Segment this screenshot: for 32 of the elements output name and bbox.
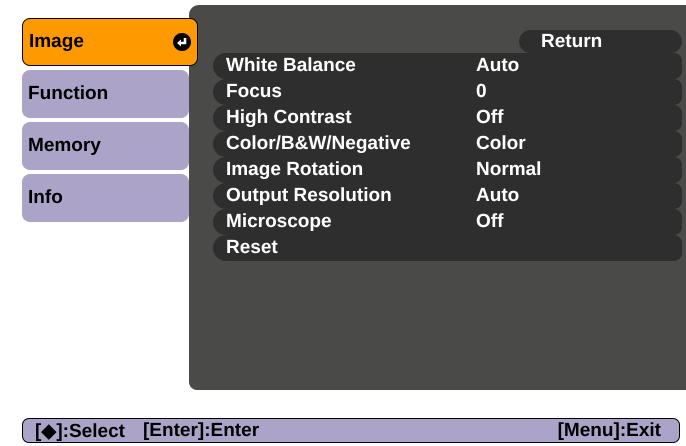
settings-row[interactable]: Color/B&W/Negative Color [213, 131, 682, 157]
setting-value: Off [476, 211, 504, 233]
return-button[interactable]: Return [519, 30, 682, 53]
settings-row[interactable]: White Balance Auto [213, 53, 682, 79]
settings-row[interactable]: Microscope Off [213, 209, 682, 235]
menu-tab[interactable]: Memory [22, 122, 189, 170]
key-hint: [Menu]:Exit [558, 420, 661, 442]
setting-value: 0 [476, 81, 487, 103]
key-hint: [◆]:Select [35, 420, 125, 442]
setting-label: White Balance [226, 55, 357, 77]
setting-value: Normal [476, 159, 542, 181]
setting-value: Off [476, 107, 504, 129]
setting-label: Focus [226, 81, 283, 103]
enter-icon [173, 33, 191, 51]
setting-value: Auto [476, 55, 520, 77]
menu-tab[interactable]: Image [22, 18, 198, 66]
settings-row[interactable]: Output Resolution Auto [213, 183, 682, 209]
setting-value: Color [476, 133, 526, 155]
setting-label: Image Rotation [226, 159, 364, 181]
menu-tab[interactable]: Info [22, 174, 189, 222]
settings-row[interactable]: Image Rotation Normal [213, 157, 682, 183]
settings-row[interactable]: Reset [213, 235, 682, 261]
settings-row[interactable]: High Contrast Off [213, 105, 682, 131]
setting-label: Microscope [226, 211, 333, 233]
menu-tab[interactable]: Function [22, 70, 189, 118]
setting-label: Color/B&W/Negative [226, 133, 412, 155]
setting-value: Auto [476, 185, 520, 207]
settings-row[interactable]: Focus 0 [213, 79, 682, 105]
setting-label: Reset [226, 237, 279, 259]
setting-label: High Contrast [226, 107, 353, 129]
key-hint: [Enter]:Enter [142, 420, 260, 442]
setting-label: Output Resolution [226, 185, 393, 207]
